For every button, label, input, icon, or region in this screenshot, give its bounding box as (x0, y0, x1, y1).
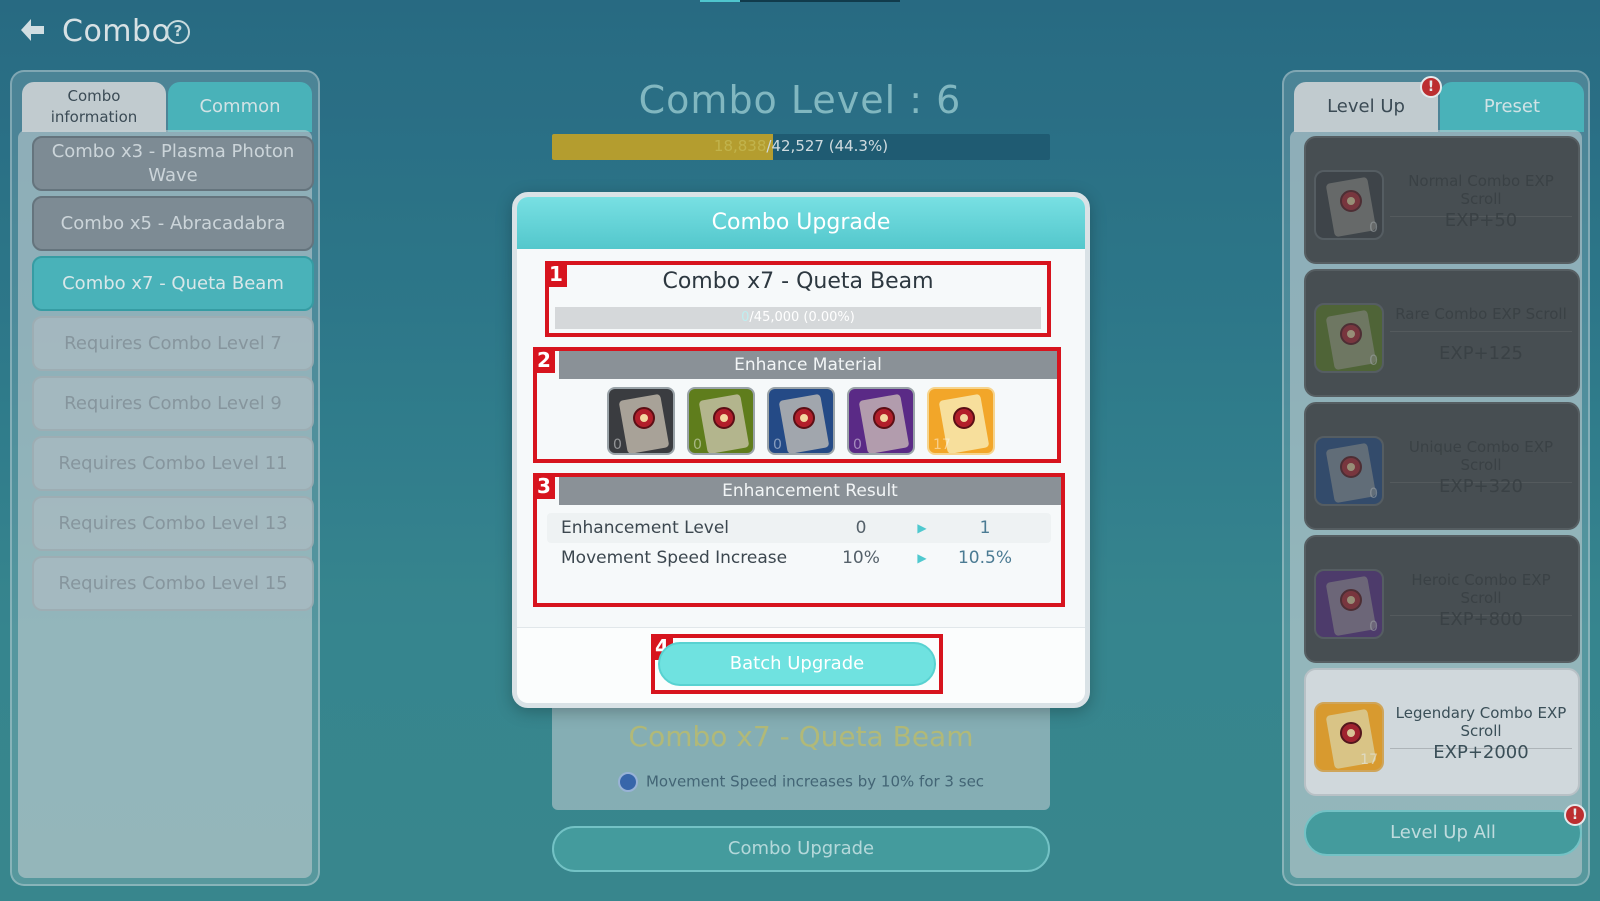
result-label: Enhancement Level (561, 518, 730, 538)
combo-upgrade-modal: Combo Upgrade 1 Combo x7 - Queta Beam 0/… (512, 192, 1090, 708)
result-before: 10% (842, 548, 880, 568)
material-slot[interactable]: 0 (607, 387, 675, 455)
result-after: 10.5% (957, 548, 1012, 568)
material-count: 0 (853, 437, 862, 453)
result-label: Movement Speed Increase (561, 548, 788, 568)
highlight-box-materials: Enhance Material 2 0 0 0 0 17 (533, 347, 1061, 463)
modal-skill-name: Combo x7 - Queta Beam (662, 269, 934, 294)
result-after: 1 (979, 518, 991, 538)
marker-2: 2 (533, 347, 555, 373)
result-before: 0 (855, 518, 867, 538)
highlight-box-result: Enhancement Result 3 Enhancement Level 0… (533, 473, 1065, 607)
material-slot[interactable]: 17 (927, 387, 995, 455)
result-arrow-icon: ▶ (917, 551, 927, 565)
material-count: 0 (773, 437, 782, 453)
skill-exp-rest: 45,000 (0.00%) (753, 310, 855, 325)
modal-footer: 4 Batch Upgrade (517, 627, 1085, 703)
enhancement-result-heading: Enhancement Result (559, 477, 1061, 505)
material-slot[interactable]: 0 (687, 387, 755, 455)
skill-exp-bar: 0/45,000 (0.00%) (555, 307, 1041, 329)
batch-upgrade-button[interactable]: Batch Upgrade (658, 642, 936, 686)
result-row-enhancement-level: Enhancement Level 0 ▶ 1 (547, 513, 1051, 543)
enhance-material-heading: Enhance Material (559, 351, 1057, 379)
skill-exp-text: 0/45,000 (0.00%) (741, 310, 855, 325)
modal-title: Combo Upgrade (517, 197, 1085, 249)
result-arrow-icon: ▶ (917, 521, 927, 535)
material-slot[interactable]: 0 (767, 387, 835, 455)
material-slot[interactable]: 0 (847, 387, 915, 455)
material-count: 0 (693, 437, 702, 453)
material-count: 17 (933, 437, 951, 453)
material-count: 0 (613, 437, 622, 453)
highlight-box-skill: 1 Combo x7 - Queta Beam 0/45,000 (0.00%) (545, 261, 1051, 337)
result-row-movement-speed: Movement Speed Increase 10% ▶ 10.5% (547, 543, 1051, 573)
skill-exp-current: 0 (741, 310, 750, 325)
marker-3: 3 (533, 473, 555, 499)
